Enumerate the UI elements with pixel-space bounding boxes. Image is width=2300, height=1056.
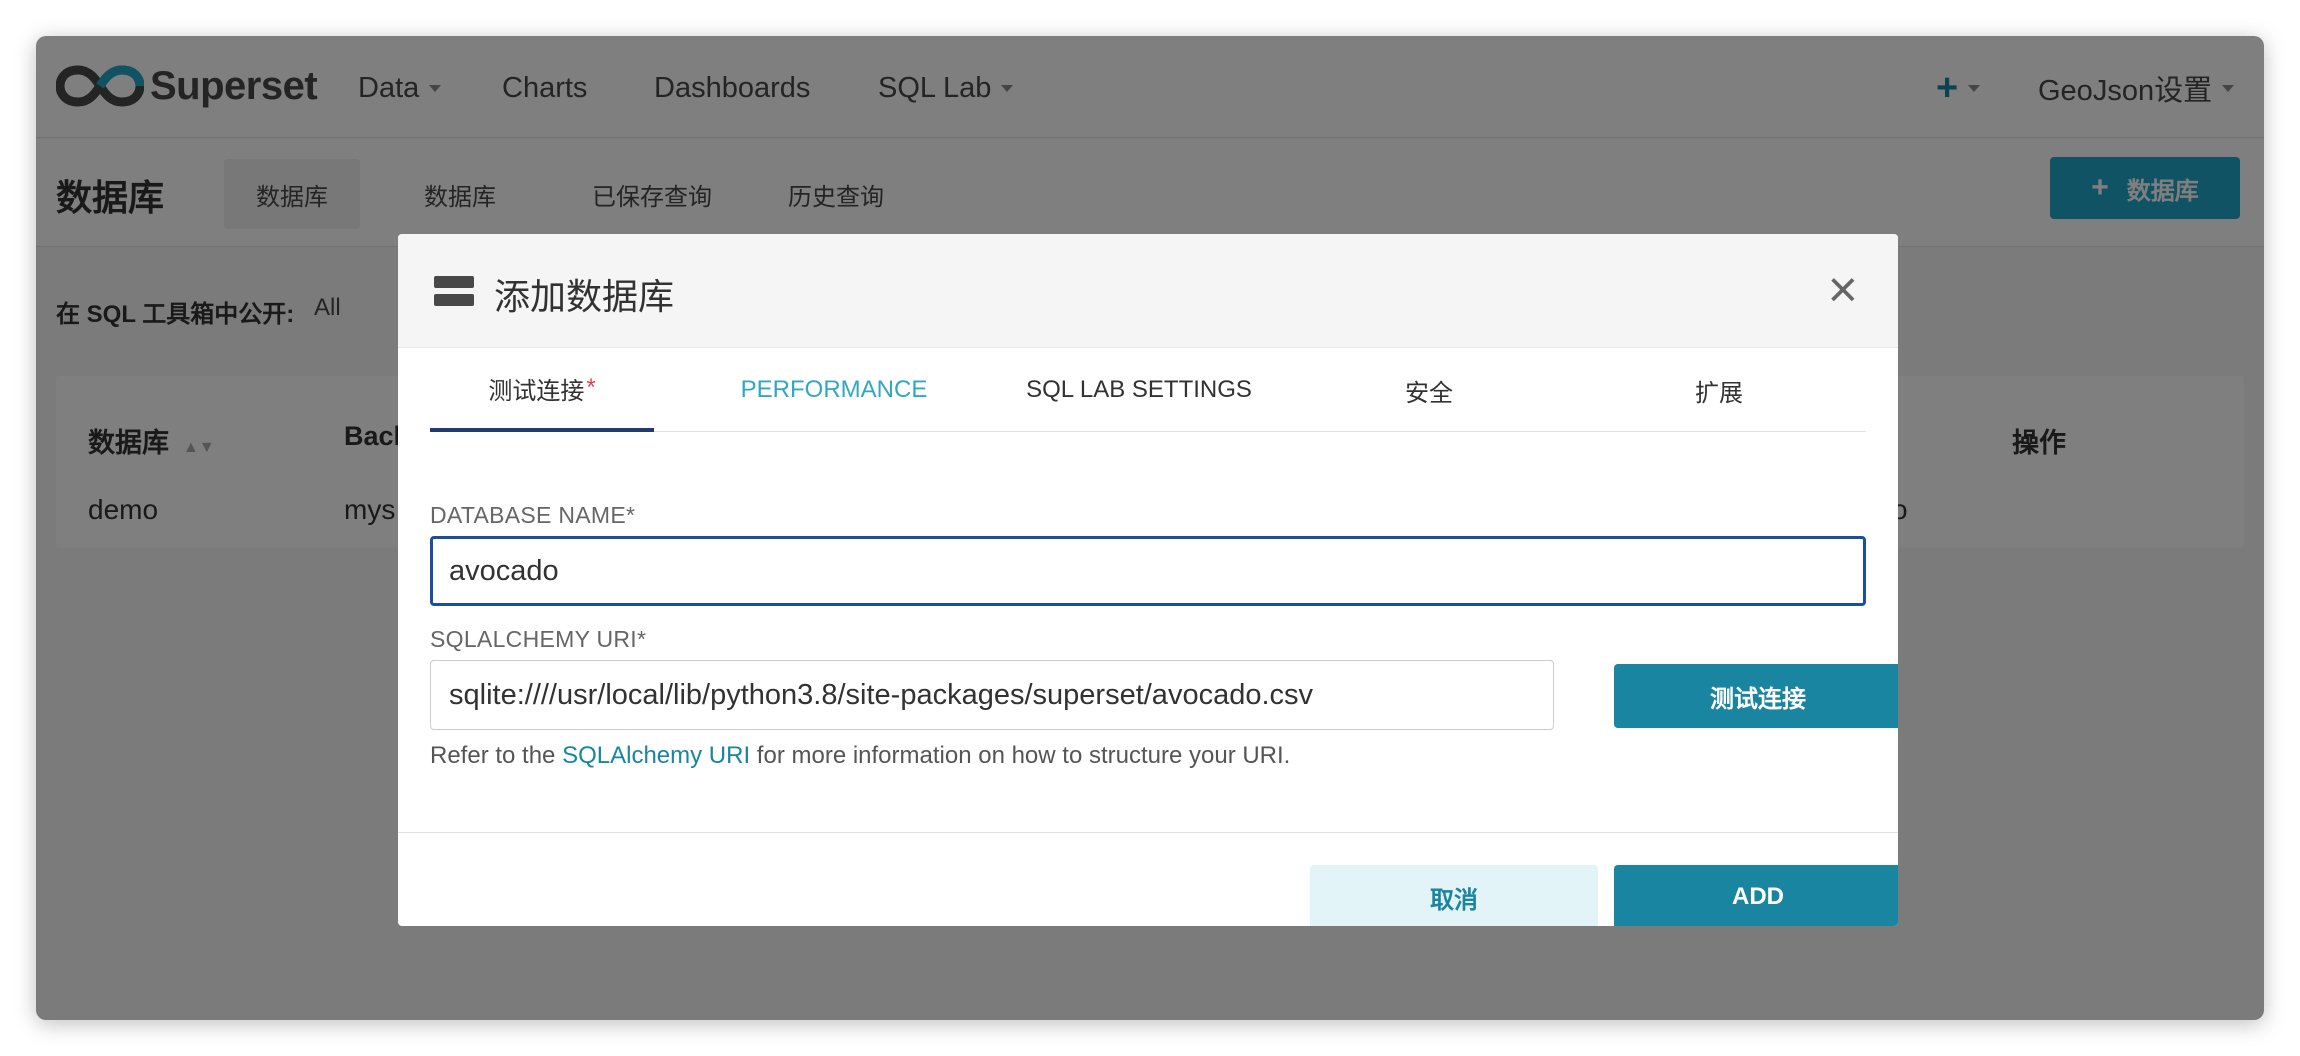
database-icon: [434, 276, 474, 306]
cancel-button[interactable]: 取消: [1310, 865, 1598, 926]
helper-prefix: Refer to the: [430, 742, 563, 769]
database-name-label: DATABASE NAME*: [430, 502, 636, 528]
sqlalchemy-uri-input[interactable]: sqlite:////usr/local/lib/python3.8/site-…: [430, 660, 1554, 730]
tab-extra[interactable]: 扩展: [1574, 348, 1864, 432]
add-database-modal: 添加数据库 × 测试连接 * PERFORMANCE SQL LAB SETTIN…: [398, 234, 1898, 926]
add-button[interactable]: ADD: [1614, 865, 1898, 926]
app-window: Superset Data Charts Dashboards SQL Lab …: [36, 36, 2264, 1020]
sqlalchemy-uri-link[interactable]: SQLAlchemy URI: [562, 742, 750, 769]
uri-helper-text: Refer to the SQLAlchemy URI for more inf…: [430, 742, 1290, 770]
modal-footer: 取消 ADD: [398, 832, 1898, 926]
tab-sql-lab-settings[interactable]: SQL LAB SETTINGS: [994, 348, 1284, 432]
modal-tabs: 测试连接 * PERFORMANCE SQL LAB SETTINGS 安全 扩展: [430, 348, 1866, 432]
tab-security[interactable]: 安全: [1284, 348, 1574, 432]
tab-test-connection[interactable]: 测试连接 *: [430, 348, 654, 432]
helper-suffix: for more information on how to structure…: [750, 742, 1291, 769]
modal-header: 添加数据库 ×: [398, 234, 1898, 348]
close-icon[interactable]: ×: [1828, 264, 1858, 316]
database-name-input[interactable]: avocado: [430, 536, 1866, 606]
sqlalchemy-uri-label: SQLALCHEMY URI*: [430, 626, 647, 652]
tab-performance[interactable]: PERFORMANCE: [654, 348, 1014, 432]
modal-title: 添加数据库: [494, 276, 675, 317]
test-connection-button[interactable]: 测试连接: [1614, 664, 1898, 728]
tab-test-connection-label: 测试连接: [488, 377, 585, 405]
required-mark: *: [586, 374, 596, 401]
